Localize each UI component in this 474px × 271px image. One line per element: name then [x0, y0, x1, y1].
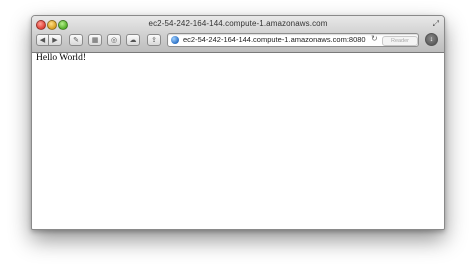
title-bar: ec2-54-242-164-144.compute-1.amazonaws.c…: [32, 16, 444, 53]
download-icon: ↓: [429, 36, 434, 43]
browser-window: ec2-54-242-164-144.compute-1.amazonaws.c…: [31, 15, 445, 230]
reading-list-icon: ◎: [110, 37, 118, 44]
top-sites-icon: ▦: [91, 37, 99, 44]
reader-button[interactable]: Reader: [382, 36, 418, 46]
fullscreen-icon[interactable]: ⤢: [433, 19, 439, 28]
downloads-button[interactable]: ↓: [425, 33, 438, 46]
back-button[interactable]: ◀: [36, 34, 49, 46]
forward-button[interactable]: ▶: [49, 34, 62, 46]
wrench-icon: ✎: [73, 37, 79, 44]
forward-arrow-icon: ▶: [52, 37, 58, 44]
window-title: ec2-54-242-164-144.compute-1.amazonaws.c…: [148, 19, 328, 28]
icloud-tabs-button[interactable]: ☁: [126, 34, 140, 46]
reading-list-button[interactable]: ◎: [107, 34, 121, 46]
back-arrow-icon: ◀: [39, 37, 46, 44]
page-body-text: Hello World!: [36, 53, 86, 63]
url-text: ec2-54-242-164-144.compute-1.amazonaws.c…: [183, 35, 366, 44]
top-sites-button[interactable]: ▦: [88, 34, 102, 46]
reload-icon[interactable]: ↻: [371, 34, 378, 43]
address-bar[interactable]: ec2-54-242-164-144.compute-1.amazonaws.c…: [167, 33, 419, 47]
globe-icon: [171, 36, 179, 44]
share-icon: ⇪: [151, 37, 157, 44]
page-content: Hello World!: [32, 53, 444, 229]
share-button[interactable]: ⇪: [147, 34, 161, 46]
settings-button[interactable]: ✎: [69, 34, 83, 46]
cloud-icon: ☁: [129, 37, 137, 44]
